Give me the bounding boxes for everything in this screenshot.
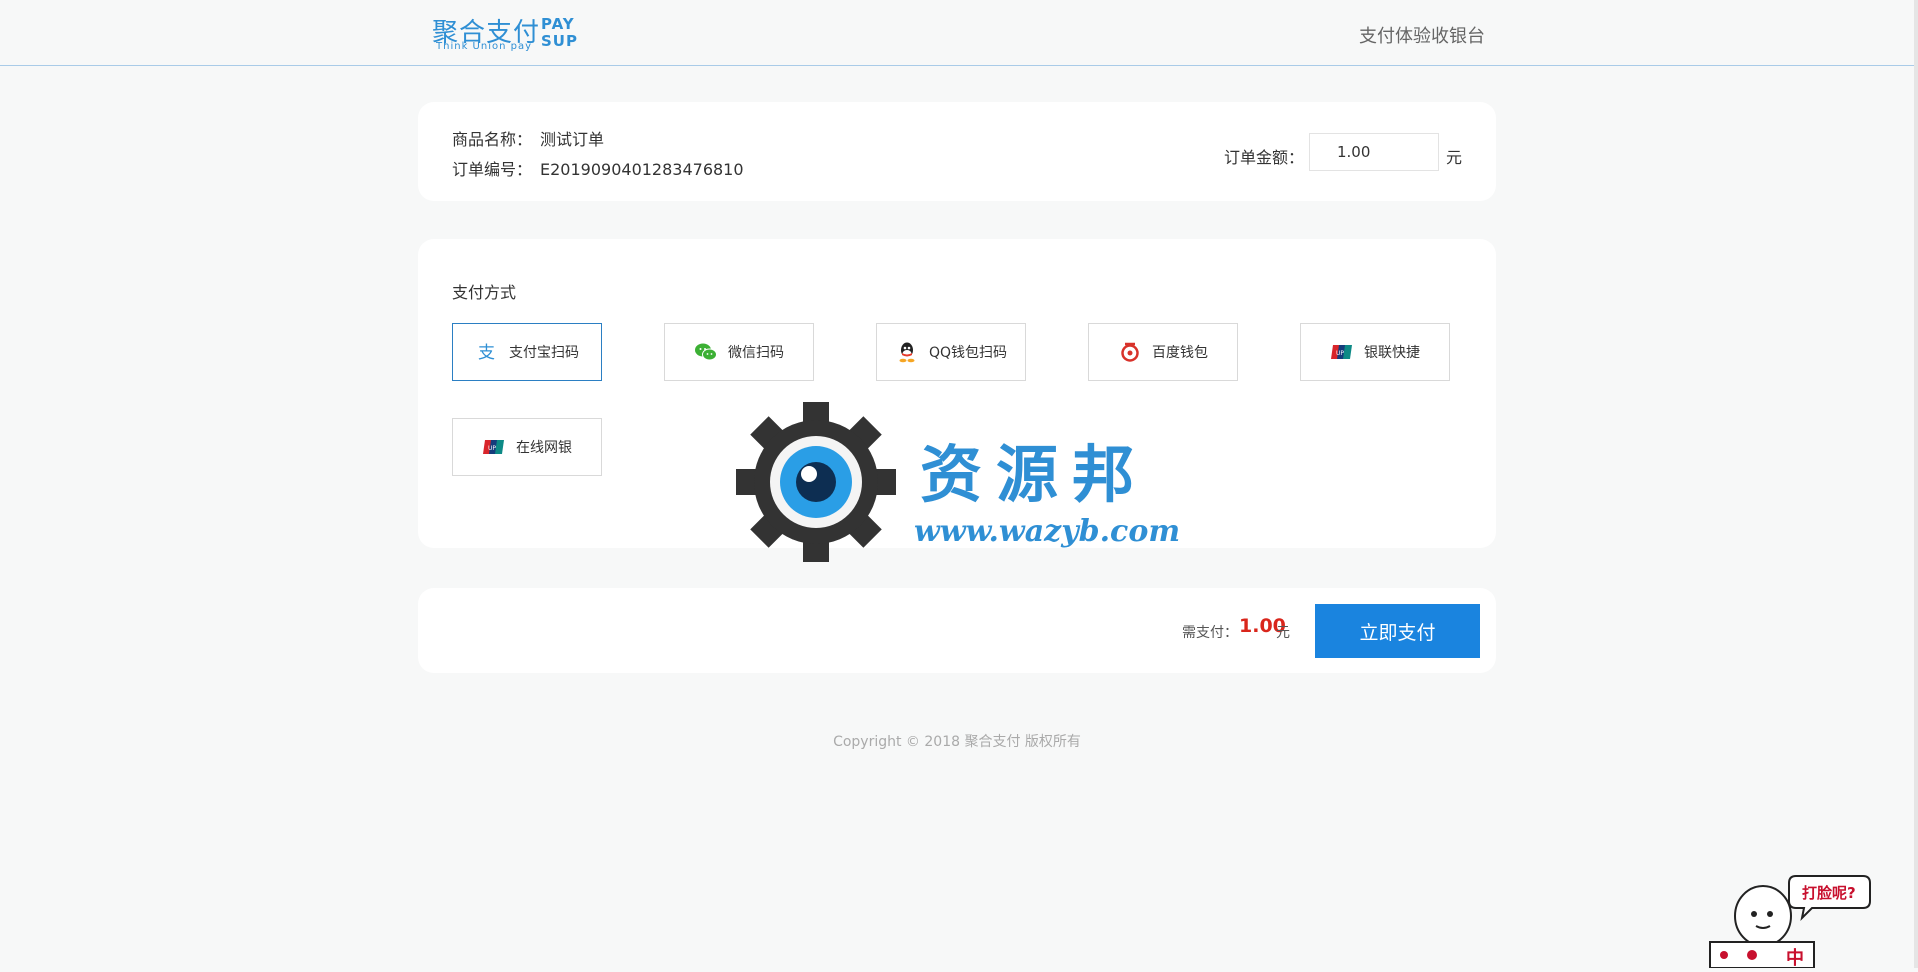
alipay-icon: 支	[475, 340, 499, 364]
payment-method-label: 支付宝扫码	[509, 345, 579, 361]
order-amount-input[interactable]	[1309, 133, 1439, 171]
copyright-footer: Copyright © 2018 聚合支付 版权所有	[833, 734, 1081, 750]
mascot-sign-text: 中	[1786, 948, 1804, 969]
svg-text:UP: UP	[1336, 350, 1344, 357]
payment-method-unionpay-quick[interactable]: UP 银联快捷	[1300, 323, 1450, 381]
order-number-row: 订单编号： E2019090401283476810	[452, 156, 744, 180]
payment-method-wechat[interactable]: 微信扫码	[664, 323, 814, 381]
baidu-wallet-icon	[1118, 340, 1142, 364]
watermark-title: 资源邦	[920, 438, 1149, 511]
pay-now-button[interactable]: 立即支付	[1315, 604, 1480, 658]
need-pay-unit: 元	[1276, 625, 1290, 641]
payment-method-qq[interactable]: QQ钱包扫码	[876, 323, 1026, 381]
payment-method-label: QQ钱包扫码	[928, 345, 1008, 361]
unionpay-icon: UP	[1330, 340, 1354, 364]
product-name-label: 商品名称：	[452, 130, 533, 149]
qq-icon	[895, 340, 919, 364]
product-name-row: 商品名称： 测试订单	[452, 126, 604, 150]
payment-method-alipay[interactable]: 支 支付宝扫码	[452, 323, 602, 381]
page-header: 聚合支付 Think Union pay PAY SUP 支付体验收银台	[0, 0, 1914, 66]
logo-pay-text: PAY	[541, 15, 575, 33]
svg-text:UP: UP	[488, 445, 496, 452]
watermark: 资源邦 www.wazyb.com	[736, 402, 1186, 562]
payment-section-title: 支付方式	[452, 283, 517, 302]
product-name-value: 测试订单	[540, 130, 605, 149]
svg-text:支: 支	[478, 343, 495, 363]
unionpay-icon: UP	[482, 435, 506, 459]
logo-en-text: Think Union pay	[436, 41, 532, 52]
order-amount-label: 订单金额：	[1224, 148, 1305, 167]
mascot-bubble-text: 打脸呢?	[1802, 884, 1856, 902]
payment-method-label: 银联快捷	[1364, 345, 1420, 361]
order-number-label: 订单编号：	[452, 160, 533, 179]
payment-summary-card: 需支付： 1.00 元 立即支付	[418, 588, 1496, 673]
payment-method-label: 在线网银	[516, 440, 572, 456]
order-info-card: 商品名称： 测试订单 订单编号： E2019090401283476810 订单金额…	[418, 102, 1496, 201]
header-title: 支付体验收银台	[1359, 26, 1485, 47]
need-pay-label: 需支付：	[1182, 625, 1238, 641]
payment-method-label: 微信扫码	[728, 345, 784, 361]
payment-method-baidu[interactable]: 百度钱包	[1088, 323, 1238, 381]
payment-method-label: 百度钱包	[1152, 345, 1208, 361]
wechat-icon	[694, 340, 718, 364]
order-number-value: E2019090401283476810	[540, 160, 744, 179]
order-amount-unit: 元	[1446, 148, 1463, 167]
payment-method-online-bank[interactable]: UP 在线网银	[452, 418, 602, 476]
watermark-url: www.wazyb.com	[914, 514, 1181, 549]
logo-sup-text: SUP	[541, 32, 578, 50]
logo[interactable]: 聚合支付 Think Union pay PAY SUP	[432, 12, 582, 52]
scrollbar[interactable]	[1914, 0, 1918, 968]
mascot-sticker[interactable]: 打脸呢? 中	[1708, 868, 1883, 969]
